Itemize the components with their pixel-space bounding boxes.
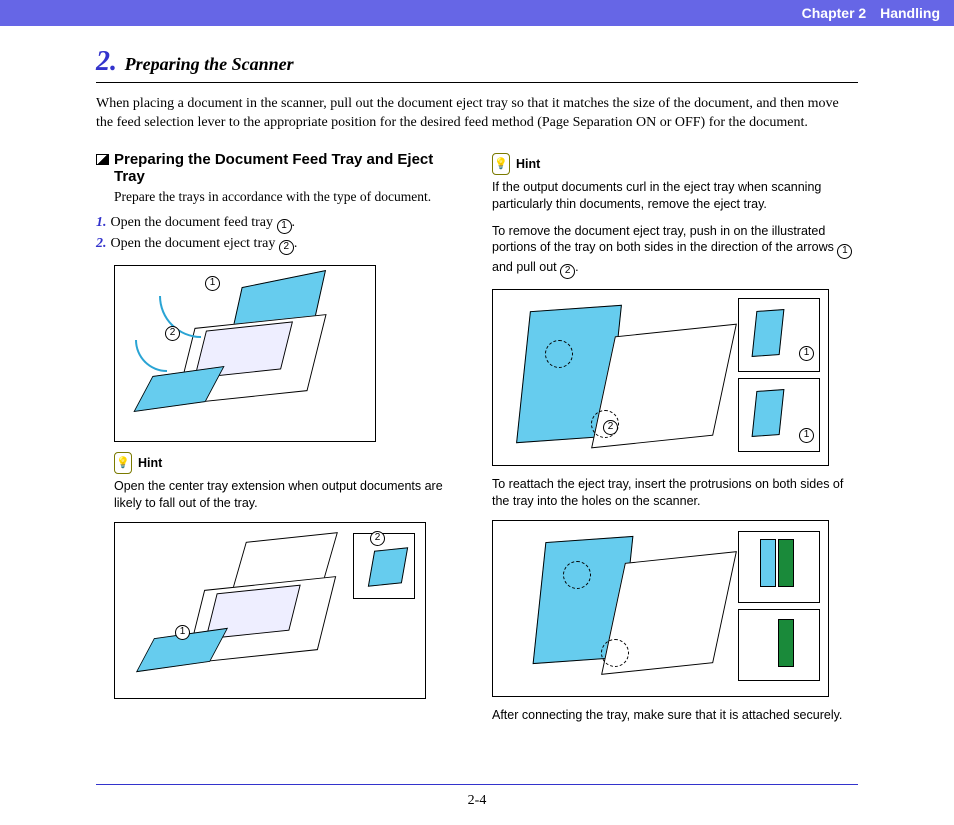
left-column: Preparing the Document Feed Tray and Eje… xyxy=(96,151,462,734)
step-1: 1. Open the document feed tray 1. xyxy=(96,215,462,234)
figure-remove-tray: 2 1 1 xyxy=(492,289,829,466)
reattach-tray-paragraph: To reattach the eject tray, insert the p… xyxy=(492,476,858,510)
hint-row: 💡 Hint xyxy=(492,153,858,175)
two-column-layout: Preparing the Document Feed Tray and Eje… xyxy=(96,151,858,734)
page-body: 2. Preparing the Scanner When placing a … xyxy=(0,26,954,744)
subsection-description: Prepare the trays in accordance with the… xyxy=(114,189,462,205)
section-number: 2. xyxy=(96,46,117,77)
figure-open-trays: 1 2 xyxy=(114,265,376,442)
circled-1-icon: 1 xyxy=(277,219,292,234)
figure-label-2: 2 xyxy=(165,326,180,341)
hint-label: Hint xyxy=(138,456,162,470)
circled-2-icon: 2 xyxy=(279,240,294,255)
step-number: 1. xyxy=(96,215,107,230)
step-text-tail: . xyxy=(292,215,296,230)
step-number: 2. xyxy=(96,236,107,251)
chapter-title: Handling xyxy=(880,5,940,21)
para-text: and pull out xyxy=(492,260,560,274)
figure-label-2: 2 xyxy=(370,531,385,546)
hint-bulb-icon: 💡 xyxy=(492,153,510,175)
hint-label: Hint xyxy=(516,157,540,171)
para-text: To remove the document eject tray, push … xyxy=(492,224,837,255)
step-text: Open the document eject tray xyxy=(111,236,279,251)
remove-tray-paragraph: To remove the document eject tray, push … xyxy=(492,223,858,280)
hint-row: 💡 Hint xyxy=(114,452,462,474)
step-text: Open the document feed tray xyxy=(111,215,277,230)
figure-label-1: 1 xyxy=(175,625,190,640)
figure-label-1b: 1 xyxy=(799,428,814,443)
page-footer: 2-4 xyxy=(96,784,858,825)
circled-1-icon: 1 xyxy=(837,244,852,259)
bullet-icon xyxy=(96,154,109,165)
step-2: 2. Open the document eject tray 2. xyxy=(96,236,462,255)
right-column: 💡 Hint If the output documents curl in t… xyxy=(492,151,858,734)
figure-center-extension: 1 2 xyxy=(114,522,426,699)
figure-label-1: 1 xyxy=(205,276,220,291)
subsection-heading: Preparing the Document Feed Tray and Eje… xyxy=(96,151,462,185)
chapter-header: Chapter 2 Handling xyxy=(0,0,954,26)
page-number: 2-4 xyxy=(468,793,487,808)
figure-reattach-tray xyxy=(492,520,829,697)
figure-label-1a: 1 xyxy=(799,346,814,361)
hint-bulb-icon: 💡 xyxy=(114,452,132,474)
step-text-tail: . xyxy=(294,236,298,251)
para-text: . xyxy=(575,260,578,274)
circled-2-icon: 2 xyxy=(560,264,575,279)
hint-1-text: Open the center tray extension when outp… xyxy=(114,478,462,512)
secure-tray-paragraph: After connecting the tray, make sure tha… xyxy=(492,707,858,724)
section-title: Preparing the Scanner xyxy=(125,54,294,74)
intro-paragraph: When placing a document in the scanner, … xyxy=(96,95,858,133)
chapter-number: Chapter 2 xyxy=(802,5,867,21)
subsection-heading-text: Preparing the Document Feed Tray and Eje… xyxy=(114,151,433,185)
hint-2-text: If the output documents curl in the ejec… xyxy=(492,179,858,213)
section-title-row: 2. Preparing the Scanner xyxy=(96,46,858,83)
figure-label-2: 2 xyxy=(603,420,618,435)
